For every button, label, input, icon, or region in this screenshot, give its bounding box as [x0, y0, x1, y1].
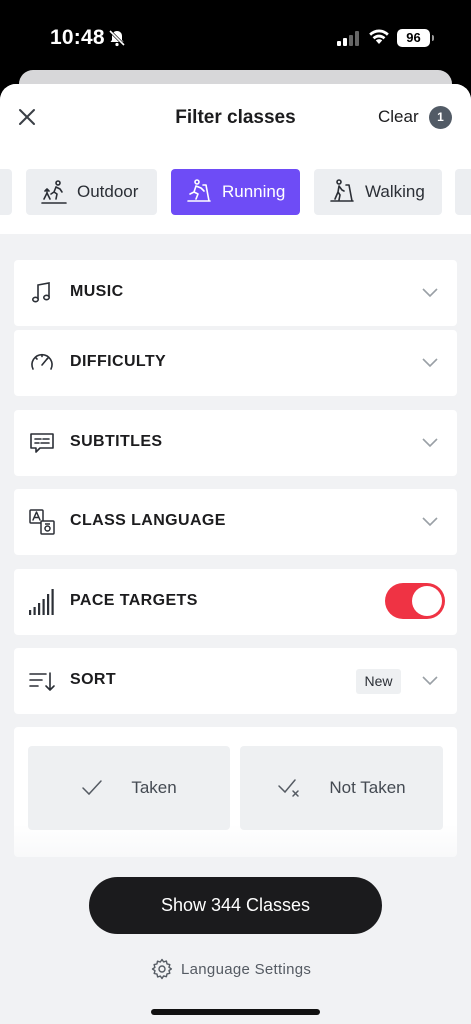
gear-icon — [151, 958, 173, 980]
chevron-down-icon — [422, 676, 438, 686]
cellular-signal-icon — [337, 31, 359, 46]
chip-label: Walking — [365, 182, 425, 201]
chip-running[interactable]: Running — [171, 169, 300, 215]
chip-previous-partial[interactable] — [0, 169, 12, 215]
treadmill-runner-icon — [187, 179, 211, 202]
language-settings-label: Language Settings — [181, 960, 312, 978]
not-taken-label: Not Taken — [329, 778, 406, 797]
filter-label: SORT — [70, 671, 117, 688]
taken-label: Taken — [131, 778, 177, 797]
sort-icon — [29, 672, 55, 691]
clear-count-badge: 1 — [429, 106, 452, 129]
not-taken-button[interactable]: Not Taken — [240, 746, 443, 830]
check-cross-icon — [278, 779, 300, 797]
filter-label: DIFFICULTY — [70, 353, 167, 370]
language-settings-link[interactable]: Language Settings — [151, 958, 311, 980]
language-icon — [29, 509, 55, 535]
music-note-icon — [32, 282, 51, 303]
clear-button[interactable]: Clear — [378, 107, 419, 127]
wifi-icon — [369, 29, 389, 44]
pace-targets-toggle[interactable] — [385, 583, 445, 619]
sheet-header: Filter classes Clear 1 Outdoor Running W… — [0, 84, 471, 234]
sort-value-tag: New — [356, 669, 401, 694]
chevron-down-icon — [422, 517, 438, 527]
bell-slash-icon — [108, 29, 126, 47]
checkmark-icon — [82, 780, 103, 796]
chevron-down-icon — [422, 438, 438, 448]
filter-row-class-language[interactable]: CLASS LANGUAGE — [14, 489, 457, 555]
taken-button[interactable]: Taken — [28, 746, 230, 830]
filter-sheet: Filter classes Clear 1 Outdoor Running W… — [0, 84, 471, 1024]
chip-walking[interactable]: Walking — [314, 169, 442, 215]
filter-row-pace-targets: PACE TARGETS — [14, 569, 457, 635]
battery-indicator: 96 — [397, 29, 434, 47]
show-classes-button[interactable]: Show 344 Classes — [89, 877, 382, 934]
chip-outdoor[interactable]: Outdoor — [26, 169, 157, 215]
toggle-knob — [412, 586, 442, 616]
speedometer-icon — [31, 353, 53, 370]
chip-next-partial[interactable] — [455, 169, 471, 215]
treadmill-walker-icon — [330, 179, 354, 202]
outdoor-runner-icon — [41, 180, 67, 204]
chip-label: Outdoor — [77, 182, 139, 201]
filter-row-music[interactable]: MUSIC — [14, 260, 457, 326]
home-indicator — [151, 1009, 320, 1015]
filter-row-sort[interactable]: SORT New — [14, 648, 457, 714]
filter-row-subtitles[interactable]: SUBTITLES — [14, 410, 457, 476]
filter-label: SUBTITLES — [70, 433, 163, 450]
status-bar: 10:48 96 — [0, 0, 471, 78]
filter-label: MUSIC — [70, 283, 124, 300]
chevron-down-icon — [422, 288, 438, 298]
chip-label: Running — [222, 182, 286, 201]
filter-row-difficulty[interactable]: DIFFICULTY — [14, 330, 457, 396]
subtitles-icon — [30, 433, 54, 453]
filter-label: PACE TARGETS — [70, 592, 198, 609]
signal-bars-icon — [29, 589, 54, 615]
chevron-down-icon — [422, 358, 438, 368]
status-time: 10:48 — [50, 26, 105, 49]
filter-label: CLASS LANGUAGE — [70, 512, 226, 529]
